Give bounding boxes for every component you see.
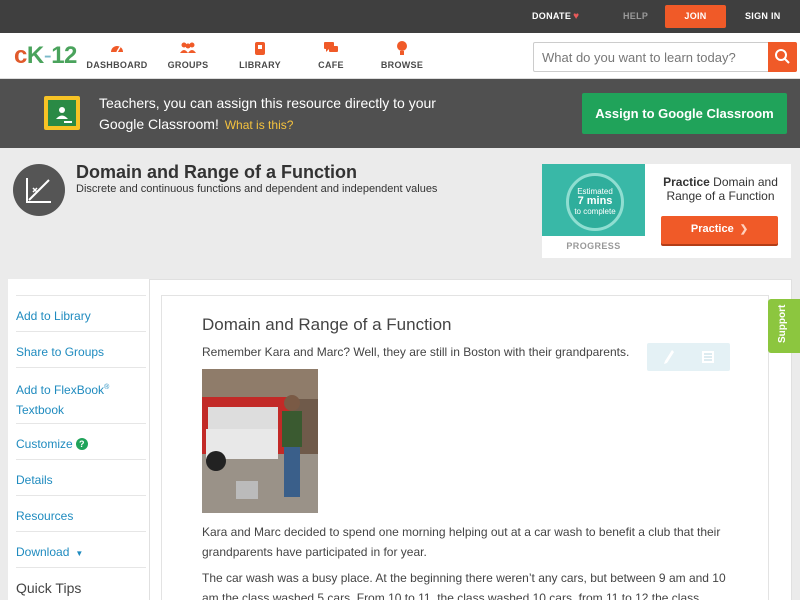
assign-google-classroom-button[interactable]: Assign to Google Classroom [582, 93, 787, 134]
nav-cafe[interactable]: CAFE [296, 40, 366, 70]
content-paragraph: The car wash was a busy place. At the be… [202, 571, 726, 600]
nav-dashboard[interactable]: DASHBOARD [82, 40, 152, 70]
page-subtitle: Discrete and continuous functions and de… [76, 183, 438, 195]
groups-icon [180, 42, 196, 53]
banner-message: Teachers, you can assign this resource d… [99, 95, 436, 132]
sidebar-item-add-library[interactable]: Add to Library [16, 295, 146, 326]
practice-button[interactable]: Practice ❯ [661, 216, 778, 244]
search-icon [775, 49, 790, 64]
donate-link[interactable]: DONATE ♥ [532, 0, 579, 33]
estimated-time-badge: Estimated 7 mins to complete [566, 173, 624, 231]
library-icon [255, 42, 265, 55]
page-title: Domain and Range of a Function [76, 162, 358, 182]
search-box [533, 42, 797, 72]
progress-label: PROGRESS [566, 241, 621, 251]
what-is-this-link[interactable]: What is this? [225, 118, 294, 132]
sign-in-link[interactable]: SIGN IN [745, 0, 781, 33]
pencil-icon[interactable] [663, 349, 675, 365]
search-input[interactable] [534, 43, 770, 71]
cafe-icon [324, 42, 338, 52]
content-title: Domain and Range of a Function [202, 315, 452, 334]
browse-icon [397, 41, 407, 55]
sidebar-item-download[interactable]: Download ▼ [16, 531, 146, 564]
help-link[interactable]: HELP [623, 0, 648, 33]
practice-title: Practice Domain and Range of a Function [663, 175, 778, 203]
ck12-logo[interactable]: cK-12 [14, 42, 77, 70]
sidebar-item-share-groups[interactable]: Share to Groups [16, 331, 146, 362]
top-bar: DONATE ♥ HELP JOIN SIGN IN [0, 0, 800, 33]
help-icon[interactable]: ? [75, 438, 88, 450]
concept-icon [13, 164, 65, 216]
arrow-right-icon: ❯ [739, 224, 749, 235]
dashboard-icon [111, 46, 123, 53]
content-paragraph: Kara and Marc decided to spend one morni… [202, 525, 721, 559]
progress-graphic: Estimated 7 mins to complete [542, 164, 645, 236]
caret-down-icon: ▼ [75, 549, 84, 558]
sidebar-item-resources[interactable]: Resources [16, 495, 146, 526]
nav-bar: cK-12 DASHBOARD GROUPS LIBRARY CAFE BROW… [0, 33, 800, 79]
nav-browse[interactable]: BROWSE [367, 40, 437, 70]
content-paragraph: Remember Kara and Marc? Well, they are s… [202, 345, 630, 359]
support-tab[interactable]: Support [768, 299, 800, 353]
car-wash-photo [202, 369, 318, 513]
content-tools [647, 343, 730, 371]
heart-icon: ♥ [573, 11, 580, 22]
sidebar-item-customize[interactable]: Customize? [16, 423, 146, 454]
search-button[interactable] [768, 42, 797, 72]
notes-icon[interactable] [701, 350, 715, 364]
sidebar-item-details[interactable]: Details [16, 459, 146, 490]
nav-groups[interactable]: GROUPS [153, 40, 223, 70]
join-button[interactable]: JOIN [665, 5, 726, 28]
nav-library[interactable]: LIBRARY [225, 40, 295, 70]
google-classroom-icon [44, 96, 80, 130]
sidebar: Add to Library Share to Groups Add to Fl… [8, 279, 150, 600]
sidebar-item-quick-tips[interactable]: Quick Tips [16, 567, 146, 598]
sidebar-item-add-flexbook[interactable]: Add to FlexBook® Textbook [16, 367, 146, 420]
